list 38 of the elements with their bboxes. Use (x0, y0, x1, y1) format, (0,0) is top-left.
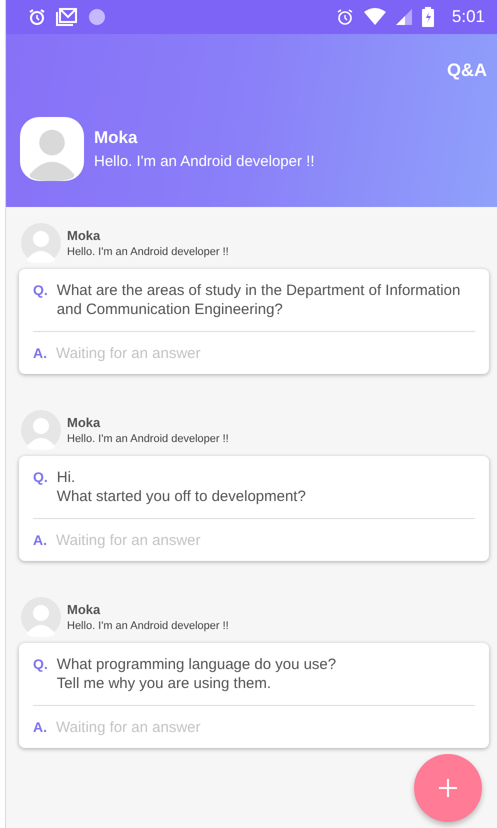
answer-mark-label: A. (33, 718, 47, 737)
circle-icon (88, 8, 106, 26)
question-card[interactable]: Q. Hi. What started you off to development? A. Waiting for an answer (19, 456, 489, 561)
answer-placeholder: Waiting for an answer (56, 718, 201, 737)
signal-icon (396, 9, 412, 25)
question-card[interactable]: Q. What are the areas of study in the Department of Information and Communication Engineering? A. Waiting for an answer (19, 269, 489, 374)
add-button[interactable] (414, 754, 482, 822)
question-card[interactable]: Q. What programming language do you use? Tell me why you are using them. A. Waiting for an answer (19, 643, 489, 748)
question-mark-label: Q. (33, 655, 48, 674)
question-mark-label: Q. (33, 281, 48, 300)
alarm-clock-icon (336, 8, 354, 26)
author-bio: Hello. I'm an Android developer !! (67, 620, 229, 632)
mail-icon (56, 8, 78, 26)
avatar-icon (21, 223, 61, 263)
avatar-icon (20, 117, 84, 181)
app-title: Q&A (446, 60, 487, 81)
alarm-clock-icon (28, 8, 46, 26)
author-name: Moka (67, 228, 102, 243)
profile-name: Moka (94, 128, 138, 148)
status-time: 5:01 (452, 7, 485, 27)
author-name: Moka (67, 602, 102, 617)
avatar-icon (21, 410, 61, 450)
answer-mark-label: A. (33, 344, 47, 363)
question-mark-label: Q. (33, 468, 48, 487)
author-bio: Hello. I'm an Android developer !! (67, 433, 229, 445)
question-text: What programming language do you use? Tell me why you are using them. (56, 655, 336, 693)
answer-placeholder: Waiting for an answer (56, 344, 201, 363)
answer-mark-label: A. (33, 531, 47, 550)
avatar-icon (21, 597, 61, 637)
answer-placeholder: Waiting for an answer (56, 531, 201, 550)
plus-icon (439, 779, 457, 797)
question-text: What are the areas of study in the Department of Information and Communication Engineering? (56, 281, 462, 319)
author-bio: Hello. I'm an Android developer !! (67, 246, 229, 258)
question-text: Hi. What started you off to development? (56, 468, 306, 506)
author-name: Moka (67, 415, 102, 430)
wifi-icon (364, 8, 386, 26)
profile-bio: Hello. I'm an Android developer !! (94, 153, 314, 170)
battery-icon (422, 7, 434, 27)
